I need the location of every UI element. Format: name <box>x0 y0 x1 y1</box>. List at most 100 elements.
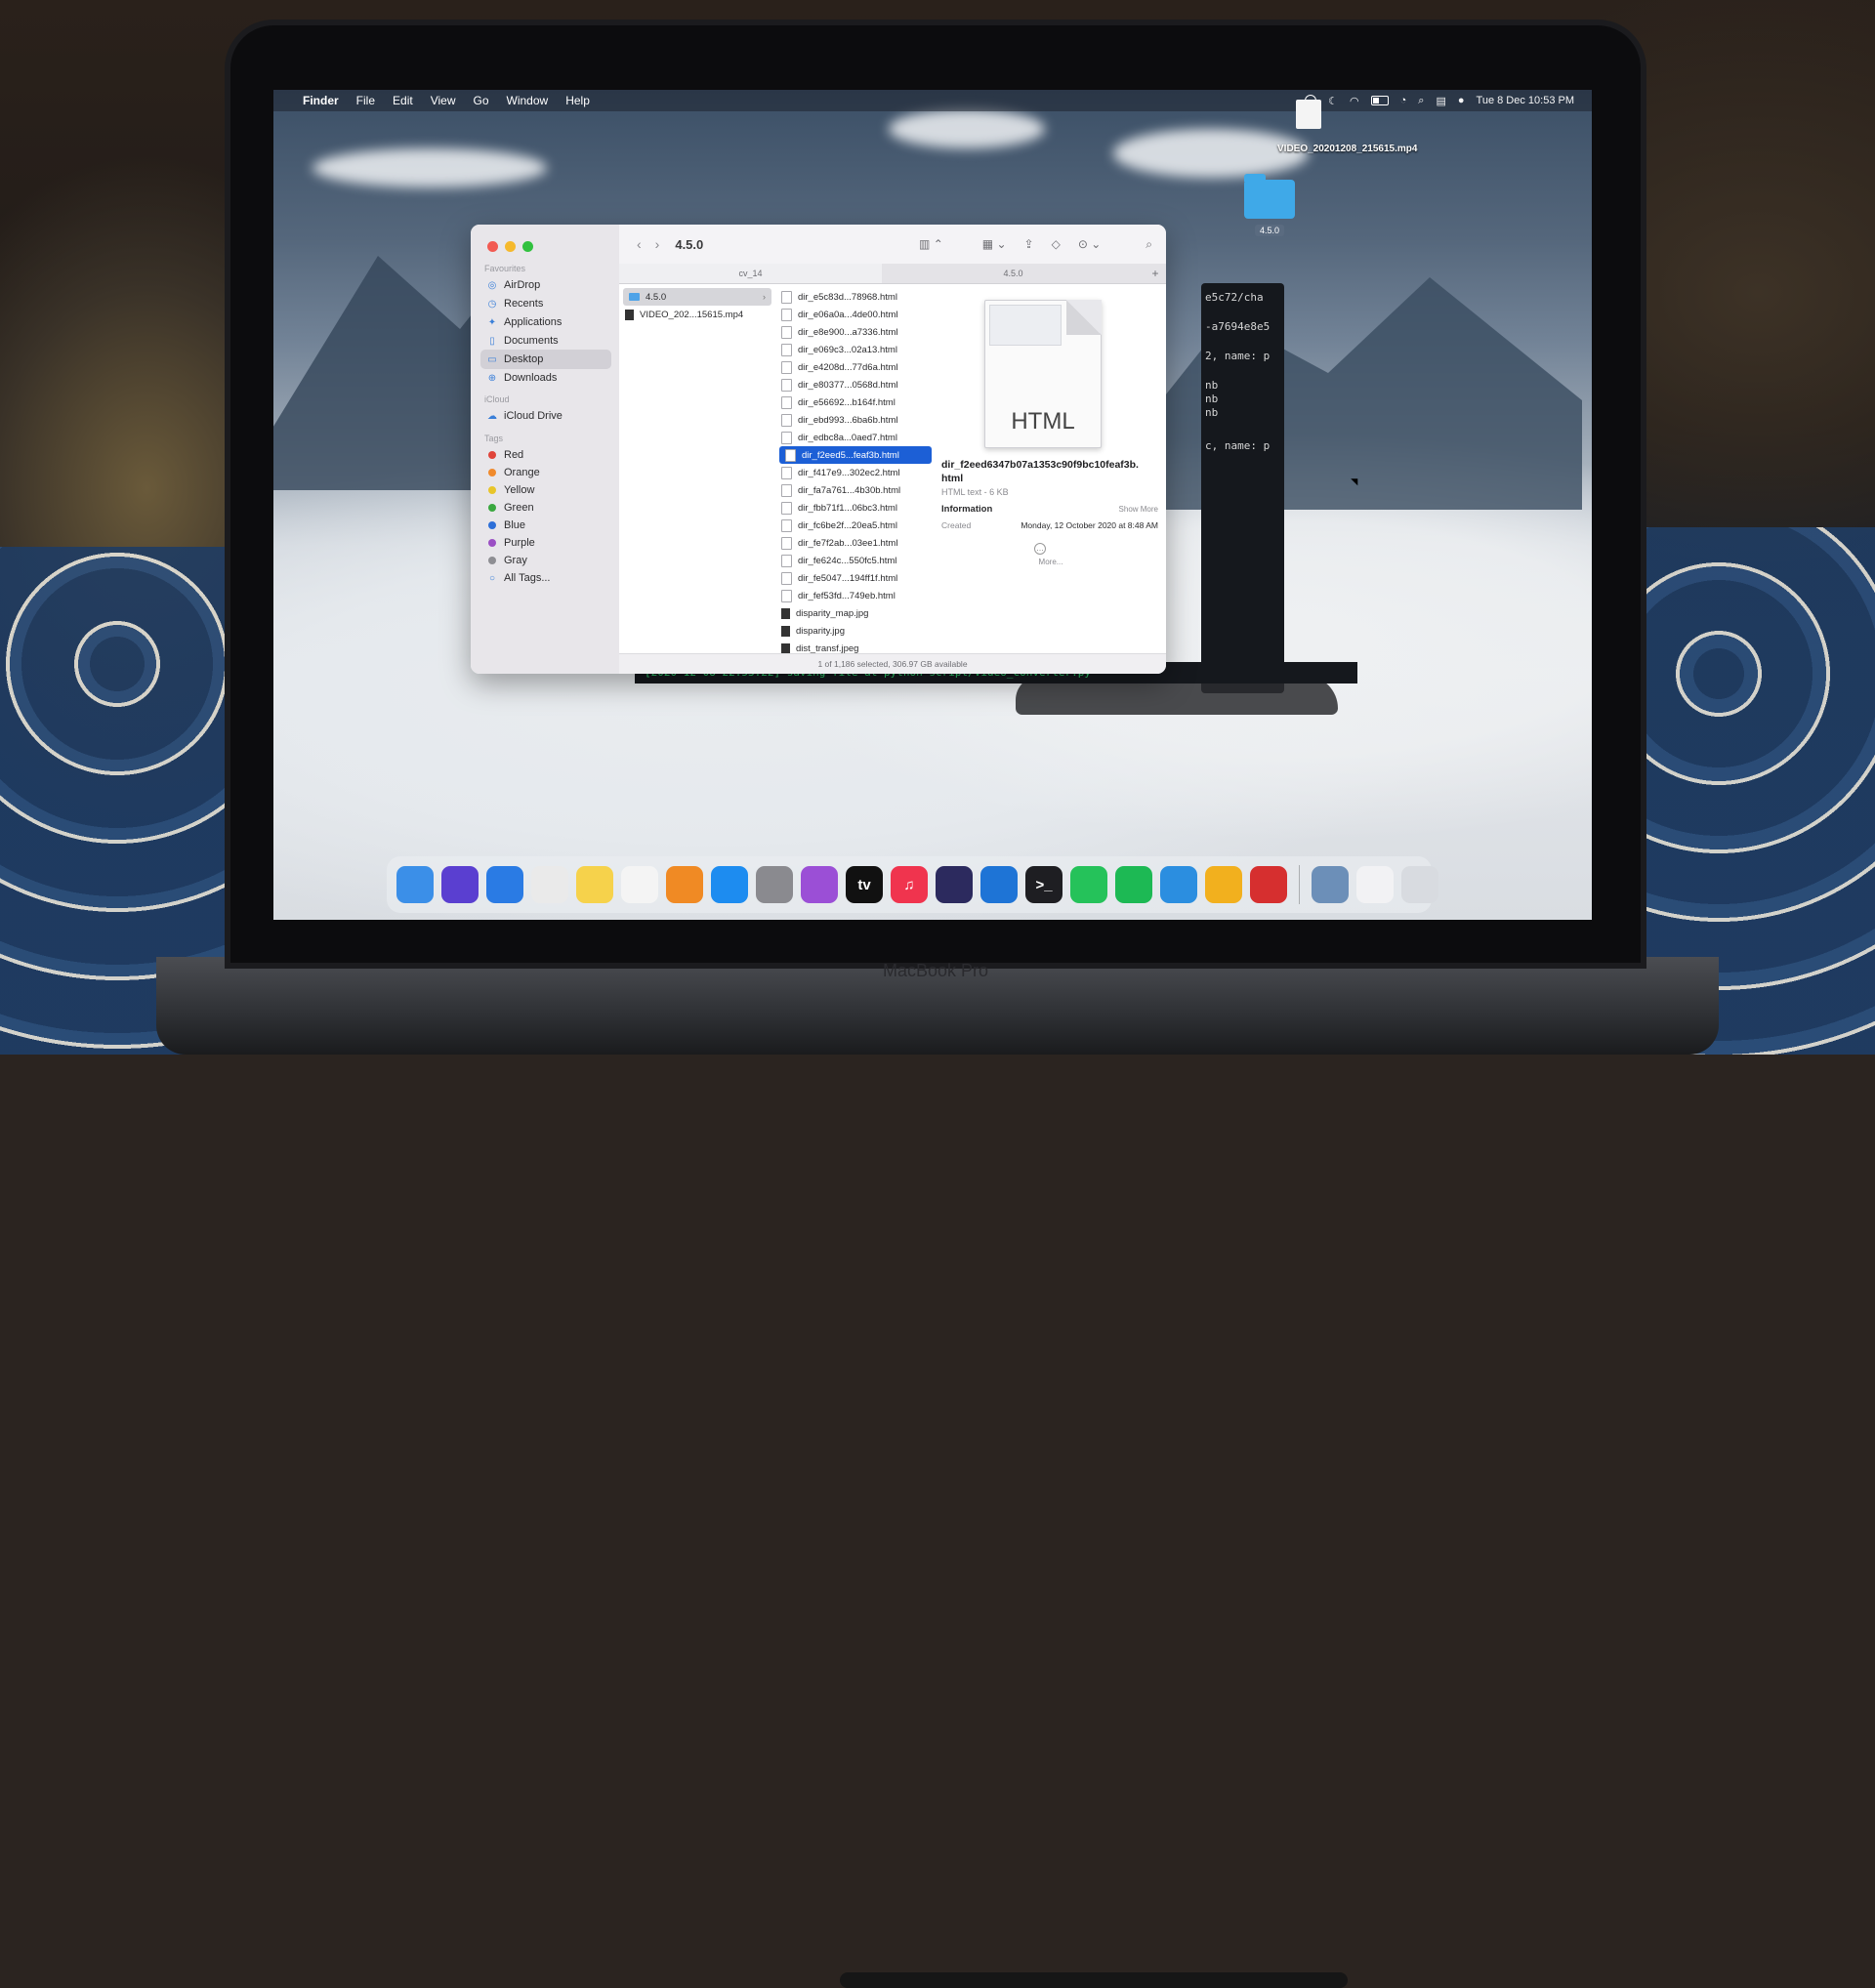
action-menu-icon[interactable]: ⊙ ⌄ <box>1078 237 1101 251</box>
file-name: dir_ebd993...6ba6b.html <box>798 414 898 426</box>
dock-xcode-icon[interactable] <box>980 866 1018 903</box>
dock-system-preferences-icon[interactable] <box>756 866 793 903</box>
forward-button[interactable]: › <box>655 236 660 252</box>
zoom-button[interactable] <box>522 241 533 252</box>
list-item[interactable]: dir_f417e9...302ec2.html <box>775 464 936 481</box>
new-tab-button[interactable]: + <box>1145 264 1166 283</box>
column-parent: 4.5.0 › VIDEO_202...15615.mp4 <box>619 284 776 654</box>
menu-view[interactable]: View <box>431 94 456 107</box>
control-center-icon[interactable]: ▤ <box>1436 95 1445 107</box>
sidebar-item-documents[interactable]: ▯ Documents <box>480 331 611 351</box>
dock-app-store-icon[interactable] <box>711 866 748 903</box>
tags-icon: ○ <box>488 572 496 584</box>
battery-icon[interactable] <box>1370 96 1389 105</box>
show-more-link[interactable]: Show More <box>1119 505 1158 514</box>
list-item[interactable]: dir_fef53fd...749eb.html <box>775 587 936 604</box>
download-icon: ⊕ <box>487 372 497 384</box>
dock-safari-icon[interactable] <box>486 866 523 903</box>
list-item[interactable]: dir_fe5047...194ff1f.html <box>775 569 936 587</box>
sidebar-tag-purple[interactable]: Purple <box>480 533 611 553</box>
sidebar-tag-red[interactable]: Red <box>480 445 611 465</box>
siri-icon[interactable]: ● <box>1458 95 1465 106</box>
list-item-selected[interactable]: dir_f2eed5...feaf3b.html <box>779 446 932 464</box>
dock-chrome-icon[interactable] <box>1205 866 1242 903</box>
list-item[interactable]: dir_fe7f2ab...03ee1.html <box>775 534 936 552</box>
list-item[interactable]: dir_ebd993...6ba6b.html <box>775 411 936 429</box>
dock-eclipse-icon[interactable] <box>936 866 973 903</box>
list-item[interactable]: dir_edbc8a...0aed7.html <box>775 429 936 446</box>
sidebar-item-icloud-drive[interactable]: ☁ iCloud Drive <box>480 406 611 426</box>
back-button[interactable]: ‹ <box>637 236 642 252</box>
dock-apple-tv-icon[interactable]: tv <box>846 866 883 903</box>
list-item[interactable]: disparity_map.jpg <box>775 604 936 622</box>
wifi-icon[interactable]: ◔ <box>1400 95 1407 106</box>
list-item[interactable]: dir_e06a0a...4de00.html <box>775 306 936 323</box>
share-icon[interactable]: ⇪ <box>1024 237 1034 251</box>
sidebar-all-tags[interactable]: ○ All Tags... <box>480 568 611 588</box>
dock-podcasts-icon[interactable] <box>801 866 838 903</box>
dock-preview-icon[interactable] <box>1312 866 1349 903</box>
list-item[interactable]: 4.5.0 › <box>623 288 771 306</box>
spotlight-search-icon[interactable]: ⌕ <box>1418 95 1424 107</box>
more-button[interactable]: More... <box>936 558 1166 566</box>
list-item[interactable]: dir_e5c83d...78968.html <box>775 288 936 306</box>
downloads-stack-icon[interactable] <box>1356 866 1394 903</box>
close-button[interactable] <box>487 241 498 252</box>
search-icon[interactable]: ⌕ <box>1146 237 1152 252</box>
sidebar-tag-blue[interactable]: Blue <box>480 516 611 535</box>
sidebar-tag-green[interactable]: Green <box>480 498 611 518</box>
menu-window[interactable]: Window <box>507 94 549 107</box>
sidebar-tag-orange[interactable]: Orange <box>480 463 611 482</box>
list-item[interactable]: dir_fa7a761...4b30b.html <box>775 481 936 499</box>
list-item[interactable]: dir_fe624c...550fc5.html <box>775 552 936 569</box>
view-mode-icon[interactable]: ▥ ⌃ <box>919 237 943 251</box>
list-item[interactable]: disparity.jpg <box>775 622 936 640</box>
sidebar-item-recents[interactable]: ◷ Recents <box>480 294 611 313</box>
menu-help[interactable]: Help <box>565 94 590 107</box>
menu-file[interactable]: File <box>356 94 375 107</box>
list-item[interactable]: dir_e80377...0568d.html <box>775 376 936 393</box>
sidebar-item-airdrop[interactable]: ◎ AirDrop <box>480 275 611 295</box>
sidebar-item-downloads[interactable]: ⊕ Downloads <box>480 368 611 388</box>
tab-4-5-0[interactable]: 4.5.0 <box>882 264 1145 283</box>
minimize-button[interactable] <box>505 241 516 252</box>
list-item[interactable]: dist_transf.jpeg <box>775 640 936 654</box>
dock-spotify-icon[interactable] <box>1115 866 1152 903</box>
tag-icon[interactable]: ◇ <box>1052 237 1061 251</box>
dock-music-icon[interactable]: ♫ <box>891 866 928 903</box>
dock-siri-icon[interactable] <box>441 866 479 903</box>
dock-terminal-icon[interactable]: >_ <box>1025 866 1062 903</box>
list-item[interactable]: dir_fbb71f1...06bc3.html <box>775 499 936 517</box>
group-icon[interactable]: ▦ ⌄ <box>982 237 1007 251</box>
menu-go[interactable]: Go <box>474 94 489 107</box>
list-item[interactable]: dir_e069c3...02a13.html <box>775 341 936 358</box>
dock-whatsapp-icon[interactable] <box>1070 866 1107 903</box>
sidebar-item-desktop[interactable]: ▭ Desktop <box>480 350 611 369</box>
dock-books-icon[interactable] <box>666 866 703 903</box>
list-item[interactable]: VIDEO_202...15615.mp4 <box>619 306 775 323</box>
file-name: disparity_map.jpg <box>796 607 869 619</box>
tab-cv14[interactable]: cv_14 <box>619 264 882 283</box>
more-icon[interactable]: … <box>1034 543 1046 555</box>
menu-finder[interactable]: Finder <box>303 94 339 107</box>
list-item[interactable]: dir_e4208d...77d6a.html <box>775 358 936 376</box>
sidebar-item-applications[interactable]: ✦ Applications <box>480 312 611 332</box>
dock-filezilla-icon[interactable] <box>1250 866 1287 903</box>
terminal-window[interactable]: e5c72/cha -a7694e8e5 2, name: p nb nb nb… <box>1201 283 1284 693</box>
list-item[interactable]: dir_e8e900...a7336.html <box>775 323 936 341</box>
list-item[interactable]: dir_e56692...b164f.html <box>775 393 936 411</box>
sidebar-tag-gray[interactable]: Gray <box>480 551 611 570</box>
menu-edit[interactable]: Edit <box>393 94 413 107</box>
dock-notes-icon[interactable] <box>576 866 613 903</box>
sidebar-tag-yellow[interactable]: Yellow <box>480 480 611 500</box>
desktop-video-file[interactable] <box>1250 100 1367 168</box>
list-item[interactable]: dir_fc6be2f...20ea5.html <box>775 517 936 534</box>
tag-label: Green <box>504 502 534 514</box>
trash-icon[interactable] <box>1401 866 1438 903</box>
dock-launchpad-icon[interactable] <box>531 866 568 903</box>
clock[interactable]: Tue 8 Dec 10:53 PM <box>1477 95 1574 106</box>
dock-reminders-icon[interactable] <box>621 866 658 903</box>
desktop-folder[interactable]: 4.5.0 <box>1211 174 1328 236</box>
dock-vscode-icon[interactable] <box>1160 866 1197 903</box>
dock-finder-icon[interactable] <box>396 866 434 903</box>
